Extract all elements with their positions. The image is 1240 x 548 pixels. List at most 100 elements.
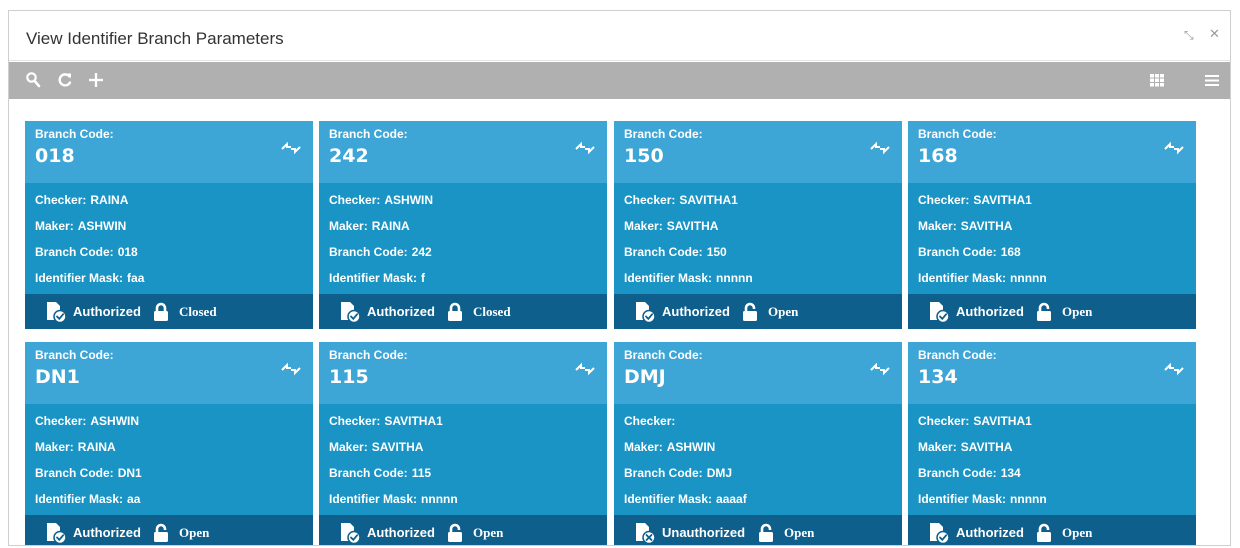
maker-value: SAVITHA: [371, 440, 424, 454]
checker-field: Checker: RAINA: [35, 193, 128, 207]
record-status: Open: [1062, 304, 1093, 319]
checker-field: Checker: SAVITHA1: [918, 193, 1032, 207]
branch-code-field: Branch Code: 242: [329, 245, 432, 259]
branch-card[interactable]: Branch Code: 134 Checker: SAVITHA1 Maker:…: [908, 342, 1196, 545]
lock-open-icon: [154, 523, 168, 542]
swap-icon[interactable]: [1163, 141, 1185, 155]
maker-label: Maker:: [624, 219, 663, 233]
card-header: Branch Code: 115: [319, 342, 607, 404]
identifier-mask-label: Identifier Mask:: [918, 271, 1007, 285]
branch-card[interactable]: Branch Code: 168 Checker: SAVITHA1 Maker:…: [908, 121, 1196, 329]
card-body: Checker: SAVITHA1 Maker: SAVITHA Branch Co…: [908, 404, 1196, 515]
record-status: Closed: [179, 304, 217, 319]
branch-card[interactable]: Branch Code: DMJ Checker: Maker: ASHWIN B…: [614, 342, 902, 545]
lock-open-icon: [1037, 302, 1051, 321]
card-footer: Authorized Open: [908, 294, 1196, 329]
card-header-label: Branch Code:: [918, 348, 997, 362]
minimize-icon[interactable]: ⤡: [1184, 27, 1194, 43]
checker-label: Checker:: [918, 414, 970, 428]
checker-value: SAVITHA1: [973, 193, 1032, 207]
checker-value: SAVITHA1: [973, 414, 1032, 428]
branch-code-label: Branch Code:: [329, 245, 408, 259]
checker-field: Checker:: [624, 414, 679, 428]
branch-code-value: 242: [329, 145, 369, 167]
list-view-icon[interactable]: [1200, 62, 1224, 99]
card-header-label: Branch Code:: [329, 127, 408, 141]
record-status: Open: [1062, 525, 1093, 540]
branch-code-field: Branch Code: 018: [35, 245, 138, 259]
card-footer: Unauthorized Open: [614, 515, 902, 545]
card-footer: Authorized Closed: [25, 294, 313, 329]
refresh-icon[interactable]: [53, 62, 77, 99]
swap-icon[interactable]: [574, 141, 596, 155]
maker-label: Maker:: [35, 440, 74, 454]
branch-code-field-value: 242: [411, 245, 432, 259]
identifier-mask-value: aaaaf: [716, 492, 747, 506]
checker-value: SAVITHA1: [679, 193, 738, 207]
identifier-mask-label: Identifier Mask:: [624, 492, 713, 506]
maker-label: Maker:: [329, 440, 368, 454]
branch-code-field-value: 018: [117, 245, 138, 259]
identifier-mask-field: Identifier Mask: nnnnn: [624, 271, 753, 285]
authorized-icon: [47, 302, 67, 323]
authorization-status: Authorized: [367, 525, 435, 540]
branch-code-value: 115: [329, 366, 369, 388]
branch-card[interactable]: Branch Code: 150 Checker: SAVITHA1 Maker:…: [614, 121, 902, 329]
branch-code-label: Branch Code:: [624, 466, 703, 480]
identifier-mask-value: f: [421, 271, 426, 285]
branch-card[interactable]: Branch Code: DN1 Checker: ASHWIN Maker: RA…: [25, 342, 313, 545]
checker-label: Checker:: [35, 193, 87, 207]
swap-icon[interactable]: [280, 141, 302, 155]
card-header-label: Branch Code:: [35, 127, 114, 141]
swap-icon[interactable]: [280, 362, 302, 376]
branch-code-field: Branch Code: 134: [918, 466, 1021, 480]
swap-icon[interactable]: [869, 362, 891, 376]
card-footer: Authorized Closed: [319, 294, 607, 329]
identifier-mask-field: Identifier Mask: aa: [35, 492, 140, 506]
card-header: Branch Code: 168: [908, 121, 1196, 183]
lock-open-icon: [743, 302, 757, 321]
identifier-mask-field: Identifier Mask: aaaaf: [624, 492, 747, 506]
branch-code-value: DMJ: [624, 366, 666, 388]
identifier-mask-label: Identifier Mask:: [624, 271, 713, 285]
grid-view-icon[interactable]: [1145, 62, 1169, 99]
checker-field: Checker: SAVITHA1: [329, 414, 443, 428]
branch-code-value: 134: [918, 366, 958, 388]
authorized-icon: [636, 302, 656, 323]
checker-field: Checker: ASHWIN: [329, 193, 433, 207]
branch-code-label: Branch Code:: [35, 245, 114, 259]
authorized-icon: [47, 523, 67, 544]
branch-card[interactable]: Branch Code: 115 Checker: SAVITHA1 Maker:…: [319, 342, 607, 545]
identifier-branch-parameters-window: View Identifier Branch Parameters ⤡ ✕ Br…: [8, 10, 1231, 546]
branch-code-field-value: 134: [1000, 466, 1021, 480]
checker-label: Checker:: [329, 414, 381, 428]
card-header-label: Branch Code:: [624, 127, 703, 141]
swap-icon[interactable]: [574, 362, 596, 376]
card-body: Checker: RAINA Maker: ASHWIN Branch Code: 0…: [25, 183, 313, 294]
close-icon[interactable]: ✕: [1209, 27, 1220, 43]
card-body: Checker: ASHWIN Maker: RAINA Branch Code: D…: [25, 404, 313, 515]
card-header: Branch Code: 134: [908, 342, 1196, 404]
branch-code-value: 168: [918, 145, 958, 167]
branch-card[interactable]: Branch Code: 242 Checker: ASHWIN Maker: RA…: [319, 121, 607, 329]
branch-code-field-value: DMJ: [706, 466, 733, 480]
swap-icon[interactable]: [869, 141, 891, 155]
branch-code-label: Branch Code:: [329, 466, 408, 480]
branch-code-field: Branch Code: 150: [624, 245, 727, 259]
branch-code-field-value: 150: [706, 245, 727, 259]
card-footer: Authorized Open: [908, 515, 1196, 545]
search-icon[interactable]: [21, 62, 45, 99]
record-status: Open: [473, 525, 504, 540]
checker-field: Checker: SAVITHA1: [918, 414, 1032, 428]
identifier-mask-value: nnnnn: [1010, 492, 1047, 506]
swap-icon[interactable]: [1163, 362, 1185, 376]
checker-label: Checker:: [624, 193, 676, 207]
identifier-mask-field: Identifier Mask: nnnnn: [918, 271, 1047, 285]
add-icon[interactable]: [84, 62, 108, 99]
window-titlebar: View Identifier Branch Parameters ⤡ ✕: [9, 11, 1230, 61]
record-status: Open: [768, 304, 799, 319]
checker-value: ASHWIN: [90, 414, 140, 428]
branch-card[interactable]: Branch Code: 018 Checker: RAINA Maker: ASH…: [25, 121, 313, 329]
card-header: Branch Code: 018: [25, 121, 313, 183]
card-body: Checker: SAVITHA1 Maker: SAVITHA Branch Co…: [908, 183, 1196, 294]
